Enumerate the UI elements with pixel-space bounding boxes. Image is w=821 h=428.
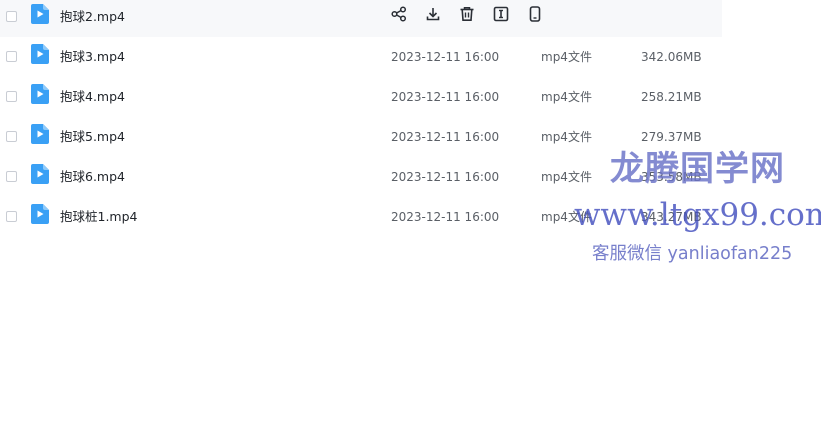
file-list: 抱球2.mp4 抱球3.mp4 2023-12-11 16:00 mp4文件 3…	[0, 0, 722, 240]
file-date: 2023-12-11 16:00	[391, 170, 500, 184]
mobile-icon[interactable]	[526, 5, 544, 23]
file-row[interactable]: 抱球桩1.mp4 2023-12-11 16:00 mp4文件 343.27MB	[0, 197, 722, 237]
row-checkbox[interactable]	[6, 11, 17, 22]
file-size: 353.58MB	[641, 170, 702, 184]
video-file-icon	[31, 4, 49, 24]
file-row[interactable]: 抱球2.mp4	[0, 0, 722, 37]
video-file-icon	[31, 124, 49, 144]
file-size: 343.27MB	[641, 210, 702, 224]
file-name[interactable]: 抱球2.mp4	[60, 9, 125, 25]
file-row[interactable]: 抱球3.mp4 2023-12-11 16:00 mp4文件 342.06MB	[0, 37, 722, 77]
file-size: 279.37MB	[641, 130, 702, 144]
file-type: mp4文件	[541, 90, 592, 104]
file-size: 258.21MB	[641, 90, 702, 104]
row-checkbox[interactable]	[6, 171, 17, 182]
file-date: 2023-12-11 16:00	[391, 90, 500, 104]
row-checkbox[interactable]	[6, 51, 17, 62]
file-type: mp4文件	[541, 170, 592, 184]
file-size: 342.06MB	[641, 50, 702, 64]
video-file-icon	[31, 44, 49, 64]
file-date: 2023-12-11 16:00	[391, 130, 500, 144]
video-file-icon	[31, 164, 49, 184]
video-file-icon	[31, 204, 49, 224]
trash-icon[interactable]	[458, 5, 476, 23]
file-type: mp4文件	[541, 130, 592, 144]
file-date: 2023-12-11 16:00	[391, 50, 500, 64]
file-row[interactable]: 抱球6.mp4 2023-12-11 16:00 mp4文件 353.58MB	[0, 157, 722, 197]
row-checkbox[interactable]	[6, 211, 17, 222]
file-date: 2023-12-11 16:00	[391, 210, 500, 224]
file-type: mp4文件	[541, 50, 592, 64]
file-name[interactable]: 抱球6.mp4	[60, 169, 125, 185]
rename-icon[interactable]	[492, 5, 510, 23]
watermark-contact: 客服微信 yanliaofan225	[592, 244, 793, 264]
file-row[interactable]: 抱球5.mp4 2023-12-11 16:00 mp4文件 279.37MB	[0, 117, 722, 157]
download-icon[interactable]	[424, 5, 442, 23]
row-checkbox[interactable]	[6, 131, 17, 142]
file-type: mp4文件	[541, 210, 592, 224]
row-checkbox[interactable]	[6, 91, 17, 102]
file-name[interactable]: 抱球4.mp4	[60, 89, 125, 105]
share-icon[interactable]	[390, 5, 408, 23]
video-file-icon	[31, 84, 49, 104]
file-name[interactable]: 抱球5.mp4	[60, 129, 125, 145]
file-name[interactable]: 抱球桩1.mp4	[60, 209, 138, 225]
file-name[interactable]: 抱球3.mp4	[60, 49, 125, 65]
file-row[interactable]: 抱球4.mp4 2023-12-11 16:00 mp4文件 258.21MB	[0, 77, 722, 117]
